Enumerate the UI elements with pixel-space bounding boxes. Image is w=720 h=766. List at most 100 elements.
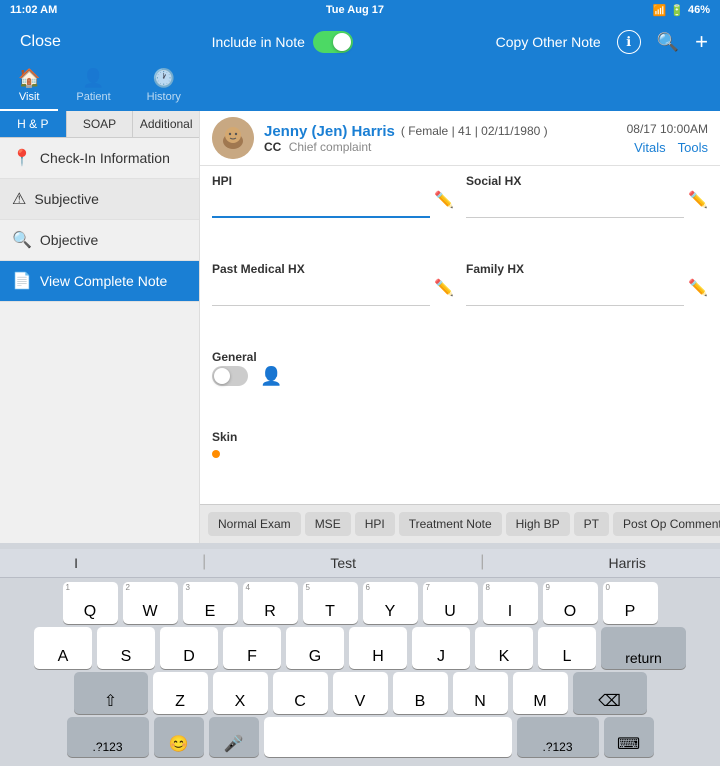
skin-label: Skin [212, 430, 708, 444]
key-e[interactable]: 3E [183, 582, 238, 624]
key-o[interactable]: 9O [543, 582, 598, 624]
tools-button[interactable]: Tools [678, 140, 708, 155]
key-n[interactable]: N [453, 672, 508, 714]
sidebar-item-history[interactable]: 🕐 History [129, 64, 199, 111]
family-hx-edit-icon[interactable]: ✏️ [688, 278, 708, 298]
key-w[interactable]: 2W [123, 582, 178, 624]
sidebar: H & P SOAP Additional 📍 Check-In Informa… [0, 111, 200, 543]
tab-normal-exam[interactable]: Normal Exam [208, 512, 301, 536]
keyboard-dismiss-key[interactable]: ⌨ [604, 717, 654, 757]
copy-note-button[interactable]: Copy Other Note [496, 34, 601, 50]
key-s[interactable]: S [97, 627, 155, 669]
info-icon[interactable]: ℹ [617, 30, 641, 54]
sidebar-objective[interactable]: 🔍 Objective [0, 220, 199, 261]
social-hx-label: Social HX [466, 174, 708, 188]
search-icon[interactable]: 🔍 [657, 32, 679, 53]
dictation-key[interactable]: 🎤 [209, 717, 259, 757]
num-key-right[interactable]: .?123 [517, 717, 599, 757]
sidebar-item-patient[interactable]: 👤 Patient [58, 64, 128, 111]
suggestion-harris[interactable]: Harris [601, 553, 654, 573]
social-hx-field: Social HX ✏️ [466, 174, 708, 256]
past-medical-hx-input[interactable] [212, 278, 430, 306]
patient-details: Jenny (Jen) Harris ( Female | 41 | 02/11… [264, 123, 548, 154]
patient-header: Jenny (Jen) Harris ( Female | 41 | 02/11… [200, 111, 720, 166]
note-fields: HPI ✏️ Social HX ✏️ Past Medical HX [200, 166, 720, 504]
tab-additional[interactable]: Additional [133, 111, 199, 137]
include-note-toggle[interactable] [313, 31, 353, 53]
status-bar: 11:02 AM Tue Aug 17 📶 🔋 46% [0, 0, 720, 20]
tab-hp[interactable]: H & P [0, 111, 67, 137]
num-key[interactable]: .?123 [67, 717, 149, 757]
add-icon[interactable]: + [695, 29, 708, 55]
key-k[interactable]: K [475, 627, 533, 669]
patient-name[interactable]: Jenny (Jen) Harris [264, 123, 395, 140]
sidebar-item-visit[interactable]: 🏠 Visit [0, 64, 58, 111]
key-q[interactable]: 1Q [63, 582, 118, 624]
suggestion-i[interactable]: I [66, 553, 86, 573]
general-label: General [212, 350, 708, 364]
skin-field: Skin [212, 430, 708, 496]
general-toggle[interactable] [212, 366, 248, 386]
kb-row-2: A S D F G H J K L return [6, 627, 714, 669]
shift-key[interactable]: ⇧ [74, 672, 148, 714]
backspace-key[interactable]: ⌫ [573, 672, 647, 714]
return-key[interactable]: return [601, 627, 686, 669]
key-j[interactable]: J [412, 627, 470, 669]
keyboard-area: I | Test | Harris 1Q 2W 3E 4R 5T 6Y 7U 8… [0, 543, 720, 766]
patient-icon: 👤 [82, 68, 104, 89]
status-time: 11:02 AM [10, 4, 57, 16]
tab-post-op[interactable]: Post Op Comments [613, 512, 720, 536]
key-y[interactable]: 6Y [363, 582, 418, 624]
alert-icon: ⚠ [12, 189, 26, 209]
key-f[interactable]: F [223, 627, 281, 669]
sidebar-items: 📍 Check-In Information ⚠ Subjective 🔍 Ob… [0, 138, 199, 543]
past-medical-hx-edit-icon[interactable]: ✏️ [434, 278, 454, 298]
key-g[interactable]: G [286, 627, 344, 669]
hpi-edit-icon[interactable]: ✏️ [434, 190, 454, 210]
sidebar-subjective[interactable]: ⚠ Subjective [0, 179, 199, 220]
key-d[interactable]: D [160, 627, 218, 669]
vitals-button[interactable]: Vitals [634, 140, 666, 155]
include-note-label: Include in Note [212, 34, 305, 50]
key-m[interactable]: M [513, 672, 568, 714]
space-key[interactable] [264, 717, 512, 757]
key-x[interactable]: X [213, 672, 268, 714]
emoji-key[interactable]: 😊 [154, 717, 204, 757]
family-hx-label: Family HX [466, 262, 708, 276]
status-day: Tue Aug 17 [326, 4, 384, 16]
family-hx-field: Family HX ✏️ [466, 262, 708, 344]
social-hx-edit-icon[interactable]: ✏️ [688, 190, 708, 210]
family-hx-input[interactable] [466, 278, 684, 306]
sidebar-checkin[interactable]: 📍 Check-In Information [0, 138, 199, 179]
key-t[interactable]: 5T [303, 582, 358, 624]
tab-hpi[interactable]: HPI [355, 512, 395, 536]
tab-mse[interactable]: MSE [305, 512, 351, 536]
patient-avatar [212, 117, 254, 159]
key-a[interactable]: A [34, 627, 92, 669]
tab-pt[interactable]: PT [574, 512, 609, 536]
key-p[interactable]: 0P [603, 582, 658, 624]
key-z[interactable]: Z [153, 672, 208, 714]
general-field: General 👤 [212, 350, 708, 425]
key-r[interactable]: 4R [243, 582, 298, 624]
key-h[interactable]: H [349, 627, 407, 669]
suggestion-test[interactable]: Test [322, 553, 364, 573]
tab-high-bp[interactable]: High BP [506, 512, 570, 536]
patient-cc: CC Chief complaint [264, 140, 548, 154]
key-i[interactable]: 8I [483, 582, 538, 624]
close-button[interactable]: Close [12, 29, 69, 55]
hpi-input[interactable] [212, 190, 430, 218]
key-c[interactable]: C [273, 672, 328, 714]
tab-soap[interactable]: SOAP [67, 111, 134, 137]
skin-indicator [212, 450, 220, 458]
include-note-control: Include in Note [212, 31, 353, 53]
key-v[interactable]: V [333, 672, 388, 714]
key-l[interactable]: L [538, 627, 596, 669]
key-u[interactable]: 7U [423, 582, 478, 624]
tab-treatment-note[interactable]: Treatment Note [399, 512, 502, 536]
sidebar-view-complete[interactable]: 📄 View Complete Note [0, 261, 199, 302]
key-b[interactable]: B [393, 672, 448, 714]
location-icon: 📍 [12, 148, 32, 168]
social-hx-input[interactable] [466, 190, 684, 218]
top-bar: Close Include in Note Copy Other Note ℹ … [0, 20, 720, 64]
